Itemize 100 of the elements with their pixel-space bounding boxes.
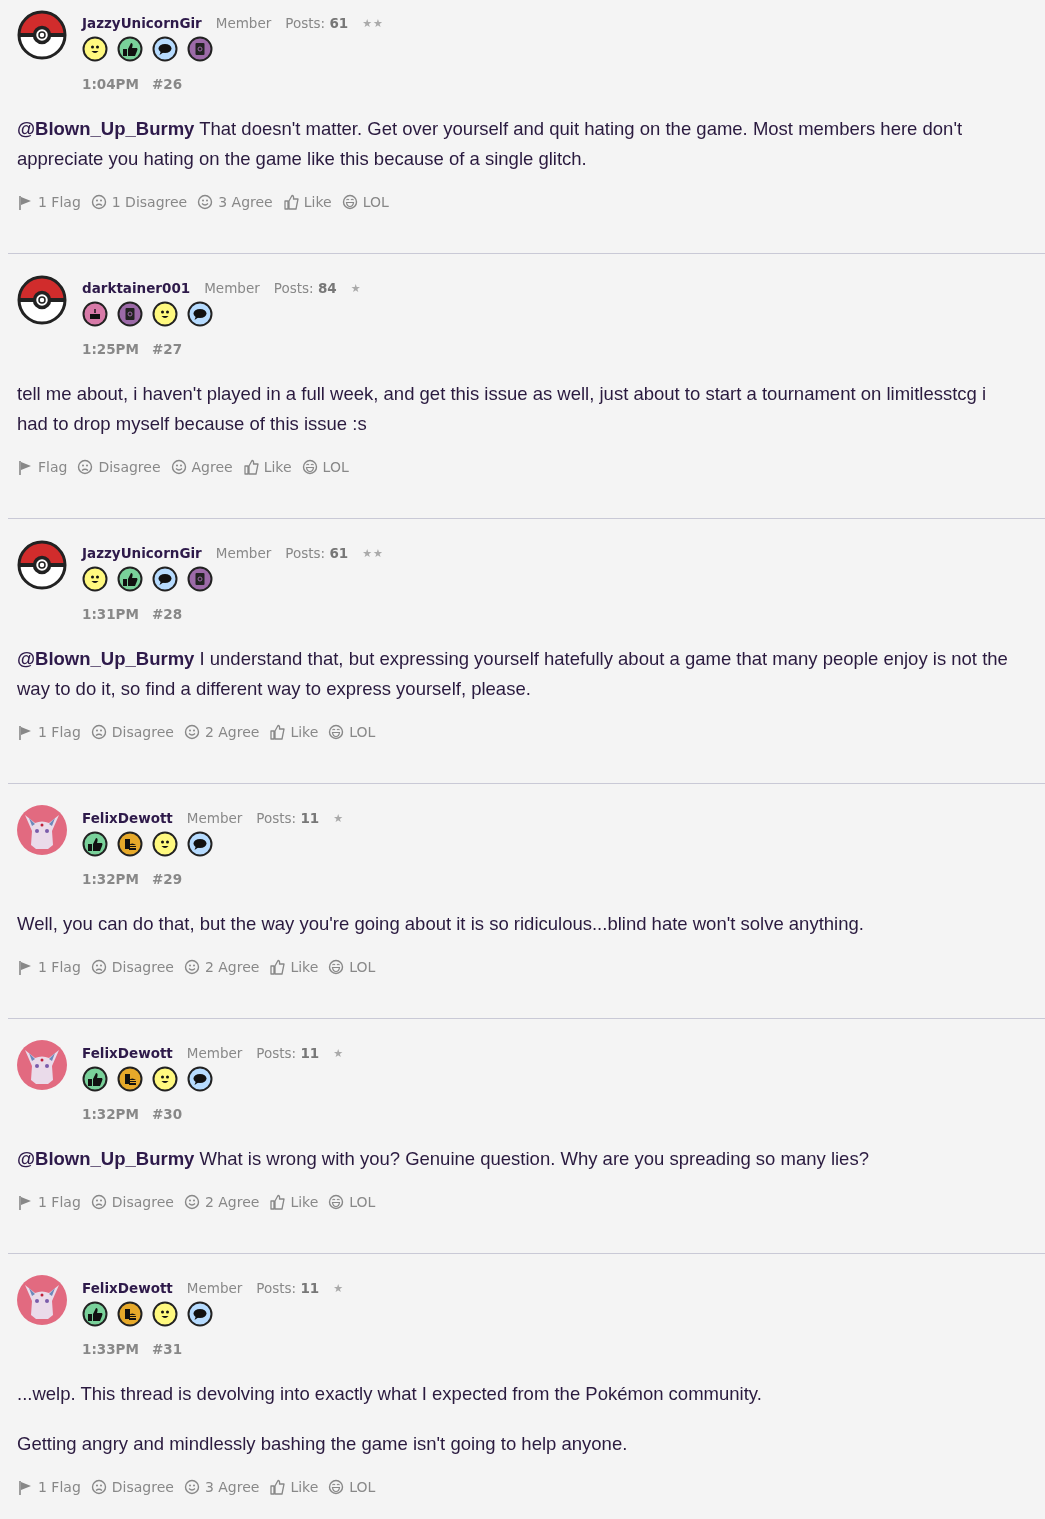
smiley-face-icon [170, 459, 187, 475]
flag-icon [17, 959, 33, 975]
lol-reaction-link[interactable]: LOL [328, 1479, 376, 1495]
post-time[interactable]: 1:25PM [82, 341, 139, 357]
flag-reaction-link[interactable]: Flag [17, 459, 68, 475]
username-link[interactable]: JazzyUnicornGir [82, 545, 202, 561]
like-reaction-link[interactable]: Like [269, 724, 319, 740]
post-number-link[interactable]: #28 [151, 606, 183, 622]
lol-reaction-link[interactable]: LOL [328, 1194, 376, 1210]
agree-reaction-link[interactable]: 2 Agree [183, 959, 260, 975]
agree-reaction-link[interactable]: Agree [170, 459, 233, 475]
thumbs-up-badge-icon[interactable] [82, 831, 108, 857]
username-link[interactable]: FelixDewott [82, 1045, 173, 1061]
creature-avatar[interactable] [17, 1275, 67, 1325]
smiley-face-icon [197, 194, 214, 210]
username-link[interactable]: FelixDewott [82, 1280, 173, 1296]
disagree-reaction-link[interactable]: Disagree [90, 1479, 174, 1495]
rank-stars: ★ [333, 1046, 345, 1060]
speech-bubble-badge-icon[interactable] [187, 1066, 213, 1092]
laughing-face-icon [328, 1479, 345, 1495]
pokeball-icon[interactable] [17, 275, 67, 325]
disagree-reaction-link[interactable]: Disagree [77, 459, 161, 475]
lol-reaction-link[interactable]: LOL [341, 194, 389, 210]
burger-and-drink-badge-icon[interactable] [117, 1301, 143, 1327]
thumbs-up-badge-icon[interactable] [82, 1301, 108, 1327]
post-number-link[interactable]: #26 [151, 76, 183, 92]
sad-face-icon [90, 194, 107, 210]
sad-face-icon [90, 1479, 107, 1495]
username-link[interactable]: FelixDewott [82, 810, 173, 826]
burger-and-drink-badge-icon[interactable] [117, 1066, 143, 1092]
like-reaction-link[interactable]: Like [282, 194, 332, 210]
laughing-face-icon [301, 459, 318, 475]
sad-face-icon [77, 459, 94, 475]
flag-reaction-link[interactable]: 1 Flag [17, 194, 81, 210]
smiley-badge-icon[interactable] [152, 831, 178, 857]
thumbs-up-badge-icon[interactable] [117, 566, 143, 592]
user-role: Member [186, 1045, 243, 1061]
thumbs-up-icon [269, 724, 286, 740]
disagree-reaction-link[interactable]: Disagree [90, 724, 174, 740]
speech-bubble-badge-icon[interactable] [152, 566, 178, 592]
speech-bubble-badge-icon[interactable] [187, 1301, 213, 1327]
smiley-badge-icon[interactable] [82, 566, 108, 592]
notebook-badge-icon[interactable] [187, 36, 213, 62]
smiley-badge-icon[interactable] [82, 36, 108, 62]
like-reaction-link[interactable]: Like [242, 459, 292, 475]
post-count: Posts: 11 [256, 810, 320, 826]
post-number-link[interactable]: #30 [151, 1106, 183, 1122]
flag-reaction-link[interactable]: 1 Flag [17, 724, 81, 740]
speech-bubble-badge-icon[interactable] [187, 831, 213, 857]
user-role: Member [186, 1280, 243, 1296]
agree-reaction-link[interactable]: 2 Agree [183, 724, 260, 740]
lol-reaction-link[interactable]: LOL [328, 959, 376, 975]
thumbs-up-icon [269, 1479, 286, 1495]
post-number-link[interactable]: #29 [151, 871, 183, 887]
disagree-reaction-link[interactable]: Disagree [90, 959, 174, 975]
username-link[interactable]: darktainer001 [82, 280, 191, 296]
flag-reaction-link[interactable]: 1 Flag [17, 1194, 81, 1210]
speech-bubble-badge-icon[interactable] [152, 36, 178, 62]
notebook-badge-icon[interactable] [187, 566, 213, 592]
flag-icon [17, 1479, 33, 1495]
user-role: Member [204, 280, 260, 296]
post-time[interactable]: 1:31PM [82, 606, 139, 622]
cake-badge-icon[interactable] [82, 301, 108, 327]
agree-reaction-link[interactable]: 2 Agree [183, 1194, 260, 1210]
burger-and-drink-badge-icon[interactable] [117, 831, 143, 857]
flag-icon [17, 194, 33, 210]
lol-reaction-link[interactable]: LOL [301, 459, 349, 475]
agree-reaction-link[interactable]: 3 Agree [183, 1479, 260, 1495]
smiley-badge-icon[interactable] [152, 301, 178, 327]
creature-avatar[interactable] [17, 805, 67, 855]
post-time[interactable]: 1:33PM [82, 1341, 139, 1357]
post-time[interactable]: 1:32PM [82, 1106, 139, 1122]
smiley-badge-icon[interactable] [152, 1066, 178, 1092]
username-link[interactable]: JazzyUnicornGir [82, 15, 202, 31]
flag-icon [17, 1194, 33, 1210]
post-number-link[interactable]: #27 [151, 341, 183, 357]
lol-reaction-link[interactable]: LOL [328, 724, 376, 740]
smiley-badge-icon[interactable] [152, 1301, 178, 1327]
like-reaction-link[interactable]: Like [269, 959, 319, 975]
like-reaction-link[interactable]: Like [269, 1479, 319, 1495]
flag-reaction-link[interactable]: 1 Flag [17, 1479, 81, 1495]
laughing-face-icon [328, 724, 345, 740]
thumbs-up-badge-icon[interactable] [82, 1066, 108, 1092]
disagree-reaction-link[interactable]: Disagree [90, 1194, 174, 1210]
disagree-reaction-link[interactable]: 1 Disagree [90, 194, 188, 210]
post-time[interactable]: 1:04PM [82, 76, 139, 92]
speech-bubble-badge-icon[interactable] [187, 301, 213, 327]
post-number-link[interactable]: #31 [151, 1341, 183, 1357]
pokeball-icon[interactable] [17, 10, 67, 60]
thumbs-up-icon [242, 459, 259, 475]
flag-reaction-link[interactable]: 1 Flag [17, 959, 81, 975]
post-count: Posts: 61 [285, 15, 349, 31]
thumbs-up-badge-icon[interactable] [117, 36, 143, 62]
like-reaction-link[interactable]: Like [269, 1194, 319, 1210]
pokeball-icon[interactable] [17, 540, 67, 590]
post-time[interactable]: 1:32PM [82, 871, 139, 887]
creature-avatar[interactable] [17, 1040, 67, 1090]
rank-stars: ★ [350, 281, 362, 295]
notebook-badge-icon[interactable] [117, 301, 143, 327]
agree-reaction-link[interactable]: 3 Agree [197, 194, 273, 210]
